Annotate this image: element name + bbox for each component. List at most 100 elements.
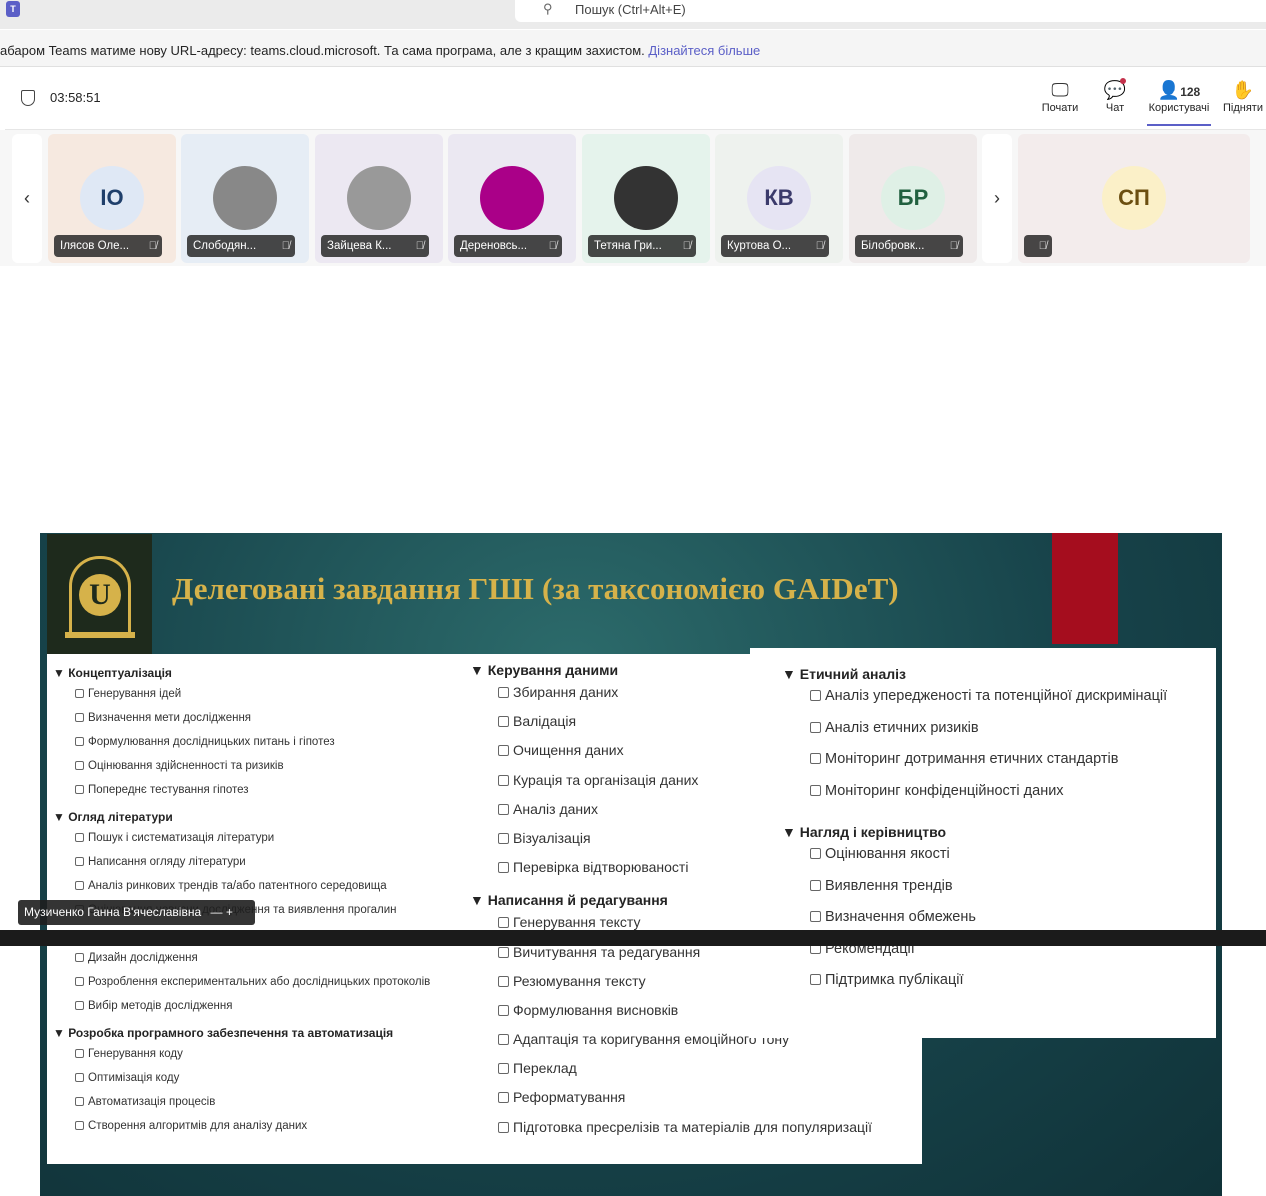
participant-tile[interactable]: ІО Іляcов Оле... 🎙̸	[48, 134, 176, 263]
share-button[interactable]: 🖵 Почати	[1040, 78, 1080, 114]
checkbox-icon	[498, 803, 509, 815]
checklist-item: Аналіз ринкових трендів та/або патентног…	[53, 878, 467, 902]
participant-name: Зайцева К... 🎙̸	[321, 235, 429, 257]
participant-name-text: Слободян...	[193, 240, 257, 252]
checkbox-icon	[498, 1063, 509, 1075]
minus-icon[interactable]: —	[211, 905, 223, 919]
item-label: Написання огляду літератури	[88, 856, 246, 868]
checkbox-icon	[498, 1092, 509, 1104]
checkbox-icon	[810, 784, 821, 796]
item-label: Оптимізація коду	[88, 1072, 180, 1084]
checklist-item: Генерування ідей	[53, 686, 467, 710]
shared-screen: U Делеговані завдання ГШІ (за таксономіє…	[0, 266, 1266, 1196]
triangle-down-icon: ▼	[53, 1026, 69, 1040]
chat-button[interactable]: 💬 Чат	[1100, 78, 1130, 114]
checkbox-icon	[810, 753, 821, 764]
checkbox-icon	[75, 1121, 84, 1130]
section-title: Нагляд і керівництво	[799, 824, 947, 840]
banner-text: абаром Teams матиме нову URL-адресу: tea…	[0, 43, 649, 58]
checklist-item: Генерування коду	[53, 1046, 467, 1070]
checkbox-icon	[75, 1073, 84, 1082]
mic-off-icon: 🎙̸	[548, 240, 557, 252]
participant-tile[interactable]: Зайцева К... 🎙̸	[315, 134, 443, 263]
item-label: Виявлення трендів	[825, 877, 953, 894]
checklist-item: Моніторинг конфіденційності даних	[782, 783, 1216, 815]
section-title: Керування даними	[487, 662, 619, 678]
raise-hand-label: Підняти	[1223, 102, 1263, 114]
item-label: Резюмування тексту	[513, 972, 646, 989]
checklist-item: Реформатування	[470, 1089, 922, 1118]
plus-icon[interactable]: +	[226, 905, 233, 919]
participant-name: 🎙̸	[1024, 235, 1052, 257]
section-title: Написання й редагування	[487, 892, 668, 909]
mic-off-icon: 🎙̸	[1038, 240, 1047, 252]
participant-tile[interactable]: КВ Куртова О... 🎙̸	[715, 134, 843, 263]
presentation-slide: U Делеговані завдання ГШІ (за таксономіє…	[40, 533, 1222, 1196]
item-label: Моніторинг дотримання етичних стандартів	[825, 751, 1119, 767]
participant-name-text: Зайцева К...	[327, 240, 392, 252]
triangle-down-icon: ▼	[470, 892, 488, 909]
mic-off-icon: 🎙̸	[148, 240, 157, 252]
share-screen-icon: 🖵	[1051, 80, 1069, 100]
checklist-item: Визначення мети дослідження	[53, 710, 467, 734]
item-label: Переклад	[513, 1060, 577, 1077]
presenter-name: Музиченко Ганна В'ячеславівна	[24, 905, 202, 919]
triangle-down-icon: ▼	[53, 810, 69, 824]
checklist-item: Дизайн дослідження	[53, 950, 467, 974]
taskbar	[0, 930, 1266, 946]
checklist-item: Вибір методів дослідження	[53, 998, 467, 1022]
checklist-item: Підтримка публікації	[782, 972, 1216, 1004]
participant-name-text: Білобровк...	[861, 240, 925, 252]
participant-tile[interactable]: СП 🎙̸	[1018, 134, 1250, 263]
participant-tile[interactable]: Тетяна Гри... 🎙̸	[582, 134, 710, 263]
column-3: ▼ Етичний аналіз Аналіз упередженості та …	[750, 648, 1216, 1038]
checklist-item: Формулювання дослідницьких питань і гіпо…	[53, 734, 467, 758]
participant-tile[interactable]: Дереновсь... 🎙̸	[448, 134, 576, 263]
section-title: Етичний аналіз	[799, 666, 907, 682]
search-input[interactable]: ⚲ Пошук (Ctrl+Alt+E)	[515, 0, 1266, 22]
gallery-prev-button[interactable]: ‹	[12, 134, 42, 263]
checkbox-icon	[810, 974, 821, 985]
participant-tile[interactable]: Слободян... 🎙̸	[181, 134, 309, 263]
participant-name: Куртова О... 🎙̸	[721, 235, 829, 257]
gallery-next-button[interactable]: ›	[982, 134, 1012, 263]
checkbox-icon	[75, 881, 84, 890]
item-label: Розроблення експериментальних або дослід…	[88, 976, 431, 988]
item-label: Генерування коду	[88, 1048, 183, 1060]
participant-tile[interactable]: БР Білобровк... 🎙̸	[849, 134, 977, 263]
avatar: ІО	[80, 166, 144, 230]
checkbox-icon	[498, 687, 509, 698]
people-label: Користувачі	[1148, 102, 1210, 114]
item-label: Валідація	[513, 713, 577, 730]
item-label: Курація та організація даних	[513, 771, 699, 788]
item-label: Попереднє тестування гіпотез	[88, 784, 249, 796]
participant-gallery: ‹ › ІО Іляcов Оле... 🎙̸ Слободян... 🎙̸ Зайцев…	[0, 130, 1266, 266]
checklist-item: Оптимізація коду	[53, 1070, 467, 1094]
avatar	[213, 166, 277, 230]
checklist-item: Оцінювання якості	[782, 846, 1216, 878]
checklist-item: Виявлення трендів	[782, 878, 1216, 910]
participant-name-text: Іляcов Оле...	[60, 240, 130, 252]
learn-more-link[interactable]: Дізнайтеся більше	[648, 43, 760, 58]
checkbox-icon	[810, 911, 821, 922]
chevron-right-icon: ›	[994, 188, 1000, 208]
checkbox-icon	[810, 879, 821, 891]
item-label: Перевірка відтворюваності	[513, 859, 689, 876]
participant-name-text: Тетяна Гри...	[594, 240, 662, 252]
triangle-down-icon: ▼	[470, 662, 488, 678]
section-heading: ▼ Етичний аналіз	[782, 666, 1216, 682]
raise-hand-button[interactable]: ✋ Підняти	[1220, 78, 1266, 114]
checkbox-icon	[498, 774, 509, 786]
chat-icon: 💬	[1103, 78, 1127, 100]
checkbox-icon	[75, 785, 84, 794]
item-label: Визначення мети дослідження	[88, 712, 252, 724]
item-label: Підготовка пресрелізів та матеріалів для…	[513, 1118, 872, 1135]
people-button[interactable]: 👤128 Користувачі	[1147, 78, 1211, 126]
title-bar: T ⚲ Пошук (Ctrl+Alt+E)	[0, 0, 1266, 29]
checkbox-icon	[498, 975, 509, 987]
section-heading: ▼ Нагляд і керівництво	[782, 824, 1216, 840]
item-label: Аналіз етичних ризиків	[825, 719, 979, 736]
checklist-item: Пошук і систематизація літератури	[53, 830, 467, 854]
people-count: 128	[1180, 85, 1201, 99]
checkbox-icon	[498, 1034, 509, 1046]
